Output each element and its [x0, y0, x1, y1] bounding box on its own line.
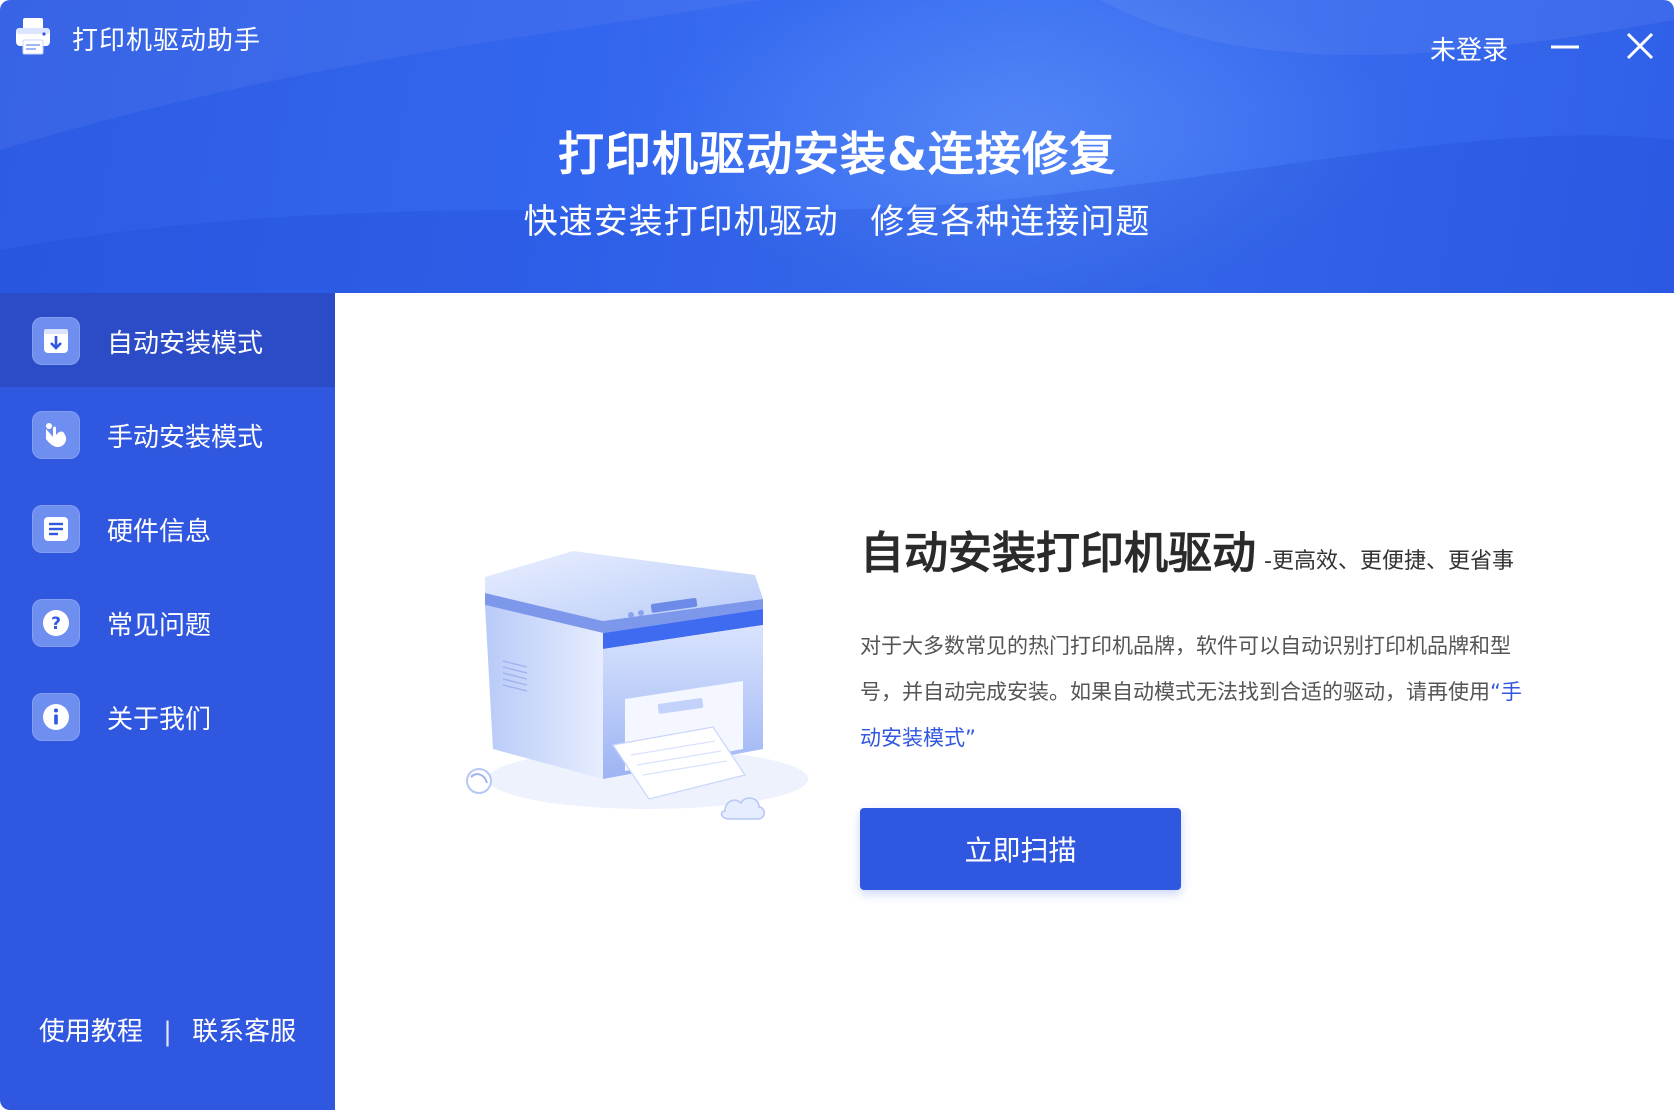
tutorial-link[interactable]: 使用教程: [39, 1017, 143, 1047]
description-text: 对于大多数常见的热门打印机品牌，软件可以自动识别打印机品牌和型号，并自动完成安装…: [860, 634, 1511, 704]
printer-logo-icon: [16, 18, 50, 55]
sidebar-item-about[interactable]: 关于我们: [0, 669, 335, 763]
sidebar-footer: 使用教程 | 联系客服: [0, 1011, 335, 1048]
sidebar-item-label: 关于我们: [107, 705, 212, 735]
app-title: 打印机驱动助手: [72, 26, 262, 56]
sidebar-item-hardware-info[interactable]: 硬件信息: [0, 481, 335, 575]
support-link[interactable]: 联系客服: [192, 1017, 296, 1047]
sidebar-item-auto-install[interactable]: 自动安装模式: [0, 293, 335, 387]
sidebar: 自动安装模式 手动安装模式 硬件信息 ? 常见问题 关于我们 使用教程 | 联系…: [0, 293, 335, 1110]
scan-now-button[interactable]: 立即扫描: [860, 808, 1181, 890]
sidebar-item-label: 常见问题: [107, 611, 212, 641]
minimize-button[interactable]: [1545, 26, 1585, 66]
hero-subtitle: 快速安装打印机驱动 修复各种连接问题: [523, 202, 1151, 242]
footer-separator: |: [163, 1017, 172, 1047]
section-title-text: 自动安装打印机驱动: [860, 528, 1256, 579]
main-content: 自动安装打印机驱动 -更高效、更便捷、更省事 对于大多数常见的热门打印机品牌，软件…: [335, 293, 1674, 1110]
login-status-link[interactable]: 未登录: [1430, 30, 1508, 67]
hand-icon: [32, 411, 80, 459]
sidebar-item-faq[interactable]: ? 常见问题: [0, 575, 335, 669]
section-description: 对于大多数常见的热门打印机品牌，软件可以自动识别打印机品牌和型号，并自动完成安装…: [860, 623, 1540, 761]
sidebar-item-label: 自动安装模式: [107, 329, 264, 359]
app-window: 打印机驱动助手 未登录 打印机驱动安装&连接修复 快速安装打印机驱动 修复各种连…: [0, 0, 1674, 1110]
list-icon: [32, 505, 80, 553]
sidebar-item-label: 手动安装模式: [107, 423, 264, 453]
download-icon: [32, 317, 80, 365]
header-banner: 打印机驱动助手 未登录 打印机驱动安装&连接修复 快速安装打印机驱动 修复各种连…: [0, 0, 1674, 293]
sidebar-item-label: 硬件信息: [107, 517, 212, 547]
hero-title: 打印机驱动安装&连接修复: [557, 127, 1117, 181]
minimize-icon: [1551, 45, 1579, 49]
svg-text:?: ?: [51, 614, 61, 634]
close-button[interactable]: [1620, 26, 1660, 66]
question-icon: ?: [32, 599, 80, 647]
close-icon: [1626, 32, 1654, 60]
printer-illustration: [466, 551, 808, 820]
sidebar-item-manual-install[interactable]: 手动安装模式: [0, 387, 335, 481]
section-title: 自动安装打印机驱动 -更高效、更便捷、更省事: [860, 517, 1514, 581]
section-tagline: -更高效、更便捷、更省事: [1264, 549, 1514, 574]
info-icon: [32, 693, 80, 741]
